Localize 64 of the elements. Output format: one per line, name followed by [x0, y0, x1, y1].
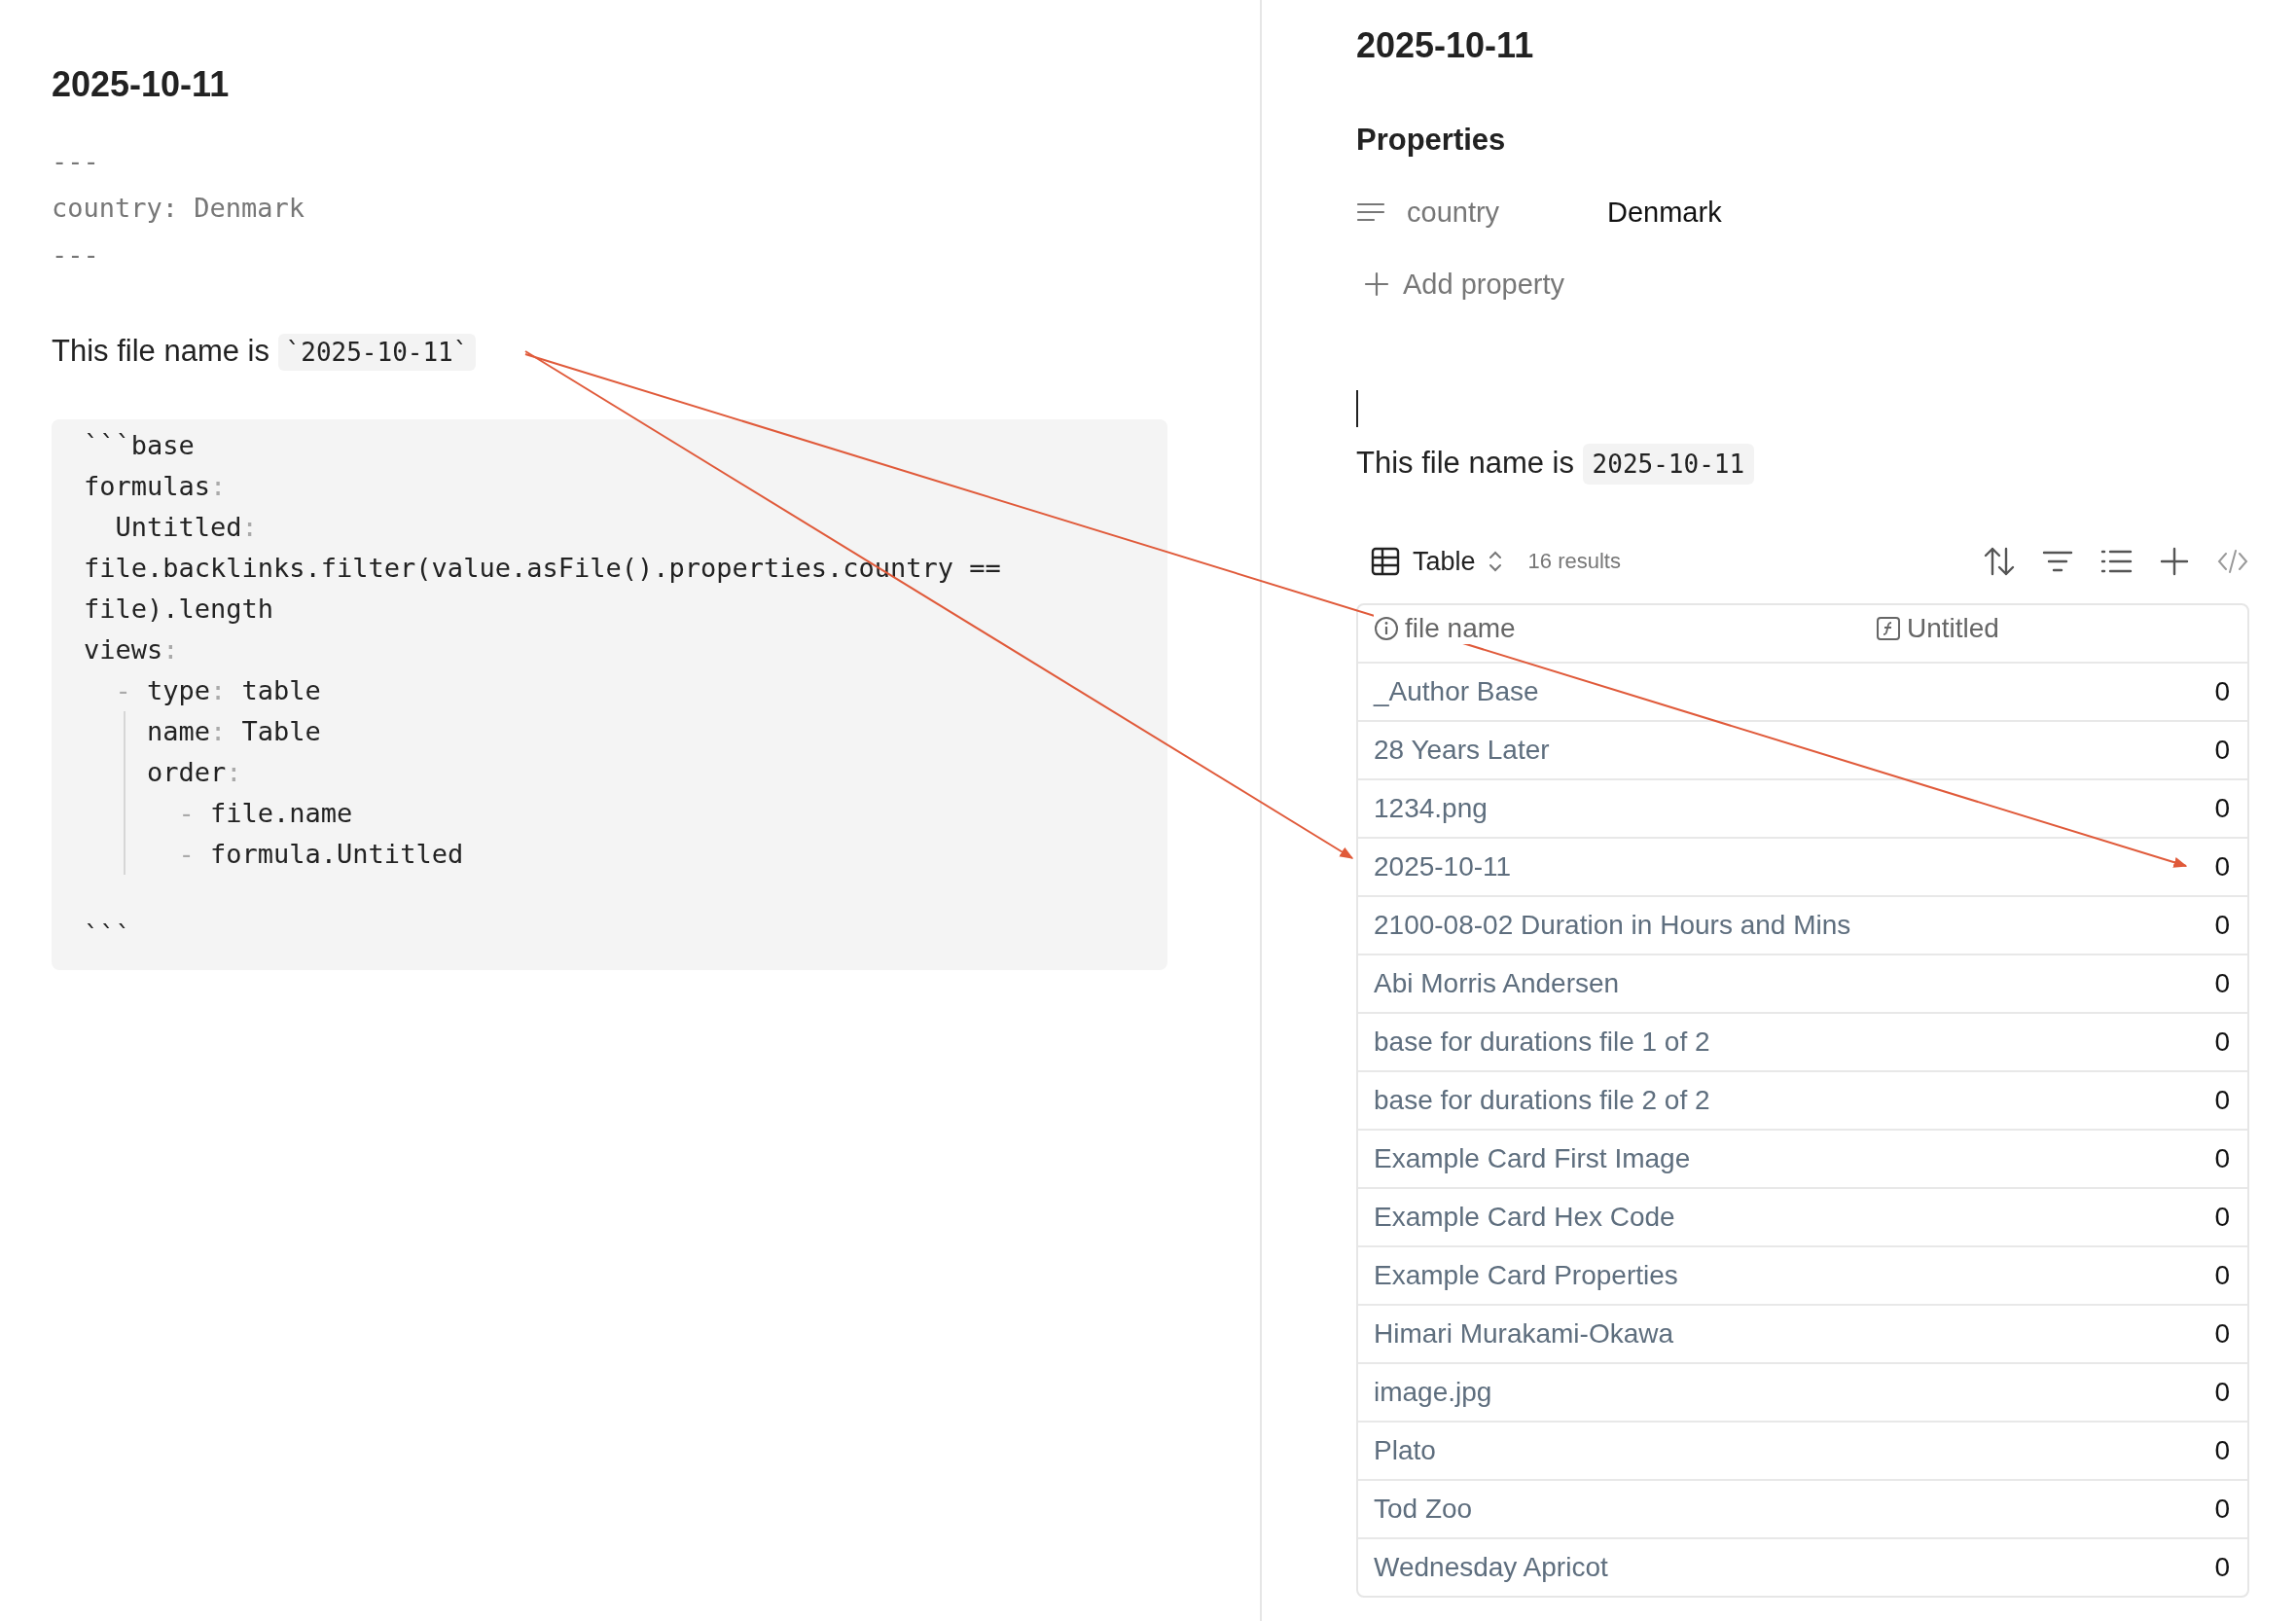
note-title: 2025-10-11: [1356, 24, 1534, 67]
file-link[interactable]: Example Card Hex Code: [1374, 1202, 2215, 1233]
frontmatter-line: ---: [52, 145, 100, 178]
table-cell: 0: [2214, 1143, 2230, 1174]
add-property-button[interactable]: Add property: [1356, 260, 1565, 308]
info-icon: [1374, 616, 1399, 641]
table-cell: 0: [2214, 793, 2230, 824]
table-cell: 0: [2214, 910, 2230, 941]
sort-icon[interactable]: [1983, 545, 2016, 578]
file-link[interactable]: _Author Base: [1374, 676, 2215, 707]
file-link[interactable]: base for durations file 1 of 2: [1374, 1027, 2215, 1058]
file-link[interactable]: image.jpg: [1374, 1377, 2215, 1408]
file-link[interactable]: Himari Murakami-Okawa: [1374, 1318, 2215, 1350]
chevron-up-down-icon: [1487, 549, 1503, 574]
table-cell: 0: [2214, 1260, 2230, 1291]
code-line: file).length: [84, 594, 274, 624]
code-line: formulas:: [84, 471, 227, 501]
file-link[interactable]: Abi Morris Andersen: [1374, 968, 2215, 999]
table-cell: 0: [2214, 1318, 2230, 1350]
file-link[interactable]: 2100-08-02 Duration in Hours and Mins: [1374, 910, 2215, 941]
plus-icon: [1364, 271, 1389, 297]
table-cell: 0: [2214, 676, 2230, 707]
frontmatter-line: ---: [52, 238, 100, 271]
file-link[interactable]: base for durations file 2 of 2: [1374, 1085, 2215, 1116]
paragraph: This file name is 2025-10-11: [1356, 439, 1755, 488]
plus-icon[interactable]: [2158, 545, 2191, 578]
property-name[interactable]: country: [1407, 196, 1607, 229]
code-line: - file.name: [177, 798, 353, 828]
file-link[interactable]: Wednesday Apricot: [1374, 1552, 2215, 1583]
file-link[interactable]: Tod Zoo: [1374, 1494, 2215, 1525]
code-line: ```: [84, 920, 131, 951]
table-cell: 0: [2214, 1202, 2230, 1233]
table-cell: 0: [2214, 1552, 2230, 1583]
results-count: 16 results: [1527, 549, 1621, 574]
properties-heading: Properties: [1356, 122, 1506, 159]
text-lines-icon[interactable]: [1356, 200, 1385, 224]
code-line: - type: table: [114, 675, 321, 705]
code-line: Untitled:: [114, 512, 258, 542]
file-link[interactable]: 2025-10-11: [1374, 851, 2215, 883]
table-cell: 0: [2214, 1027, 2230, 1058]
file-link[interactable]: Example Card Properties: [1374, 1260, 2215, 1291]
view-selector[interactable]: Table: [1356, 546, 1503, 577]
formula-icon: [1876, 616, 1901, 641]
table-cell: 0: [2214, 968, 2230, 999]
frontmatter-line: country: Denmark: [52, 192, 306, 225]
code-line: - formula.Untitled: [177, 839, 464, 869]
note-title: 2025-10-11: [52, 63, 231, 106]
table-cell: 0: [2214, 735, 2230, 766]
code-line: ```base: [84, 430, 195, 460]
table-icon: [1370, 546, 1401, 577]
table-cell: 0: [2214, 1494, 2230, 1525]
file-link[interactable]: 28 Years Later: [1374, 735, 2215, 766]
code-line: views:: [84, 634, 179, 665]
table-cell: 0: [2214, 1377, 2230, 1408]
file-link[interactable]: Plato: [1374, 1435, 2215, 1466]
property-value[interactable]: Denmark: [1607, 196, 1722, 229]
code-line: order:: [146, 757, 242, 787]
table-cell: 0: [2214, 1435, 2230, 1466]
file-link[interactable]: 1234.png: [1374, 793, 2215, 824]
file-link[interactable]: Example Card First Image: [1374, 1143, 2215, 1174]
table-cell: 0: [2214, 1085, 2230, 1116]
code-line: name: Table: [146, 716, 321, 746]
paragraph: This file name is `2025-10-11`: [52, 327, 1260, 377]
table-cell: 0: [2214, 851, 2230, 883]
